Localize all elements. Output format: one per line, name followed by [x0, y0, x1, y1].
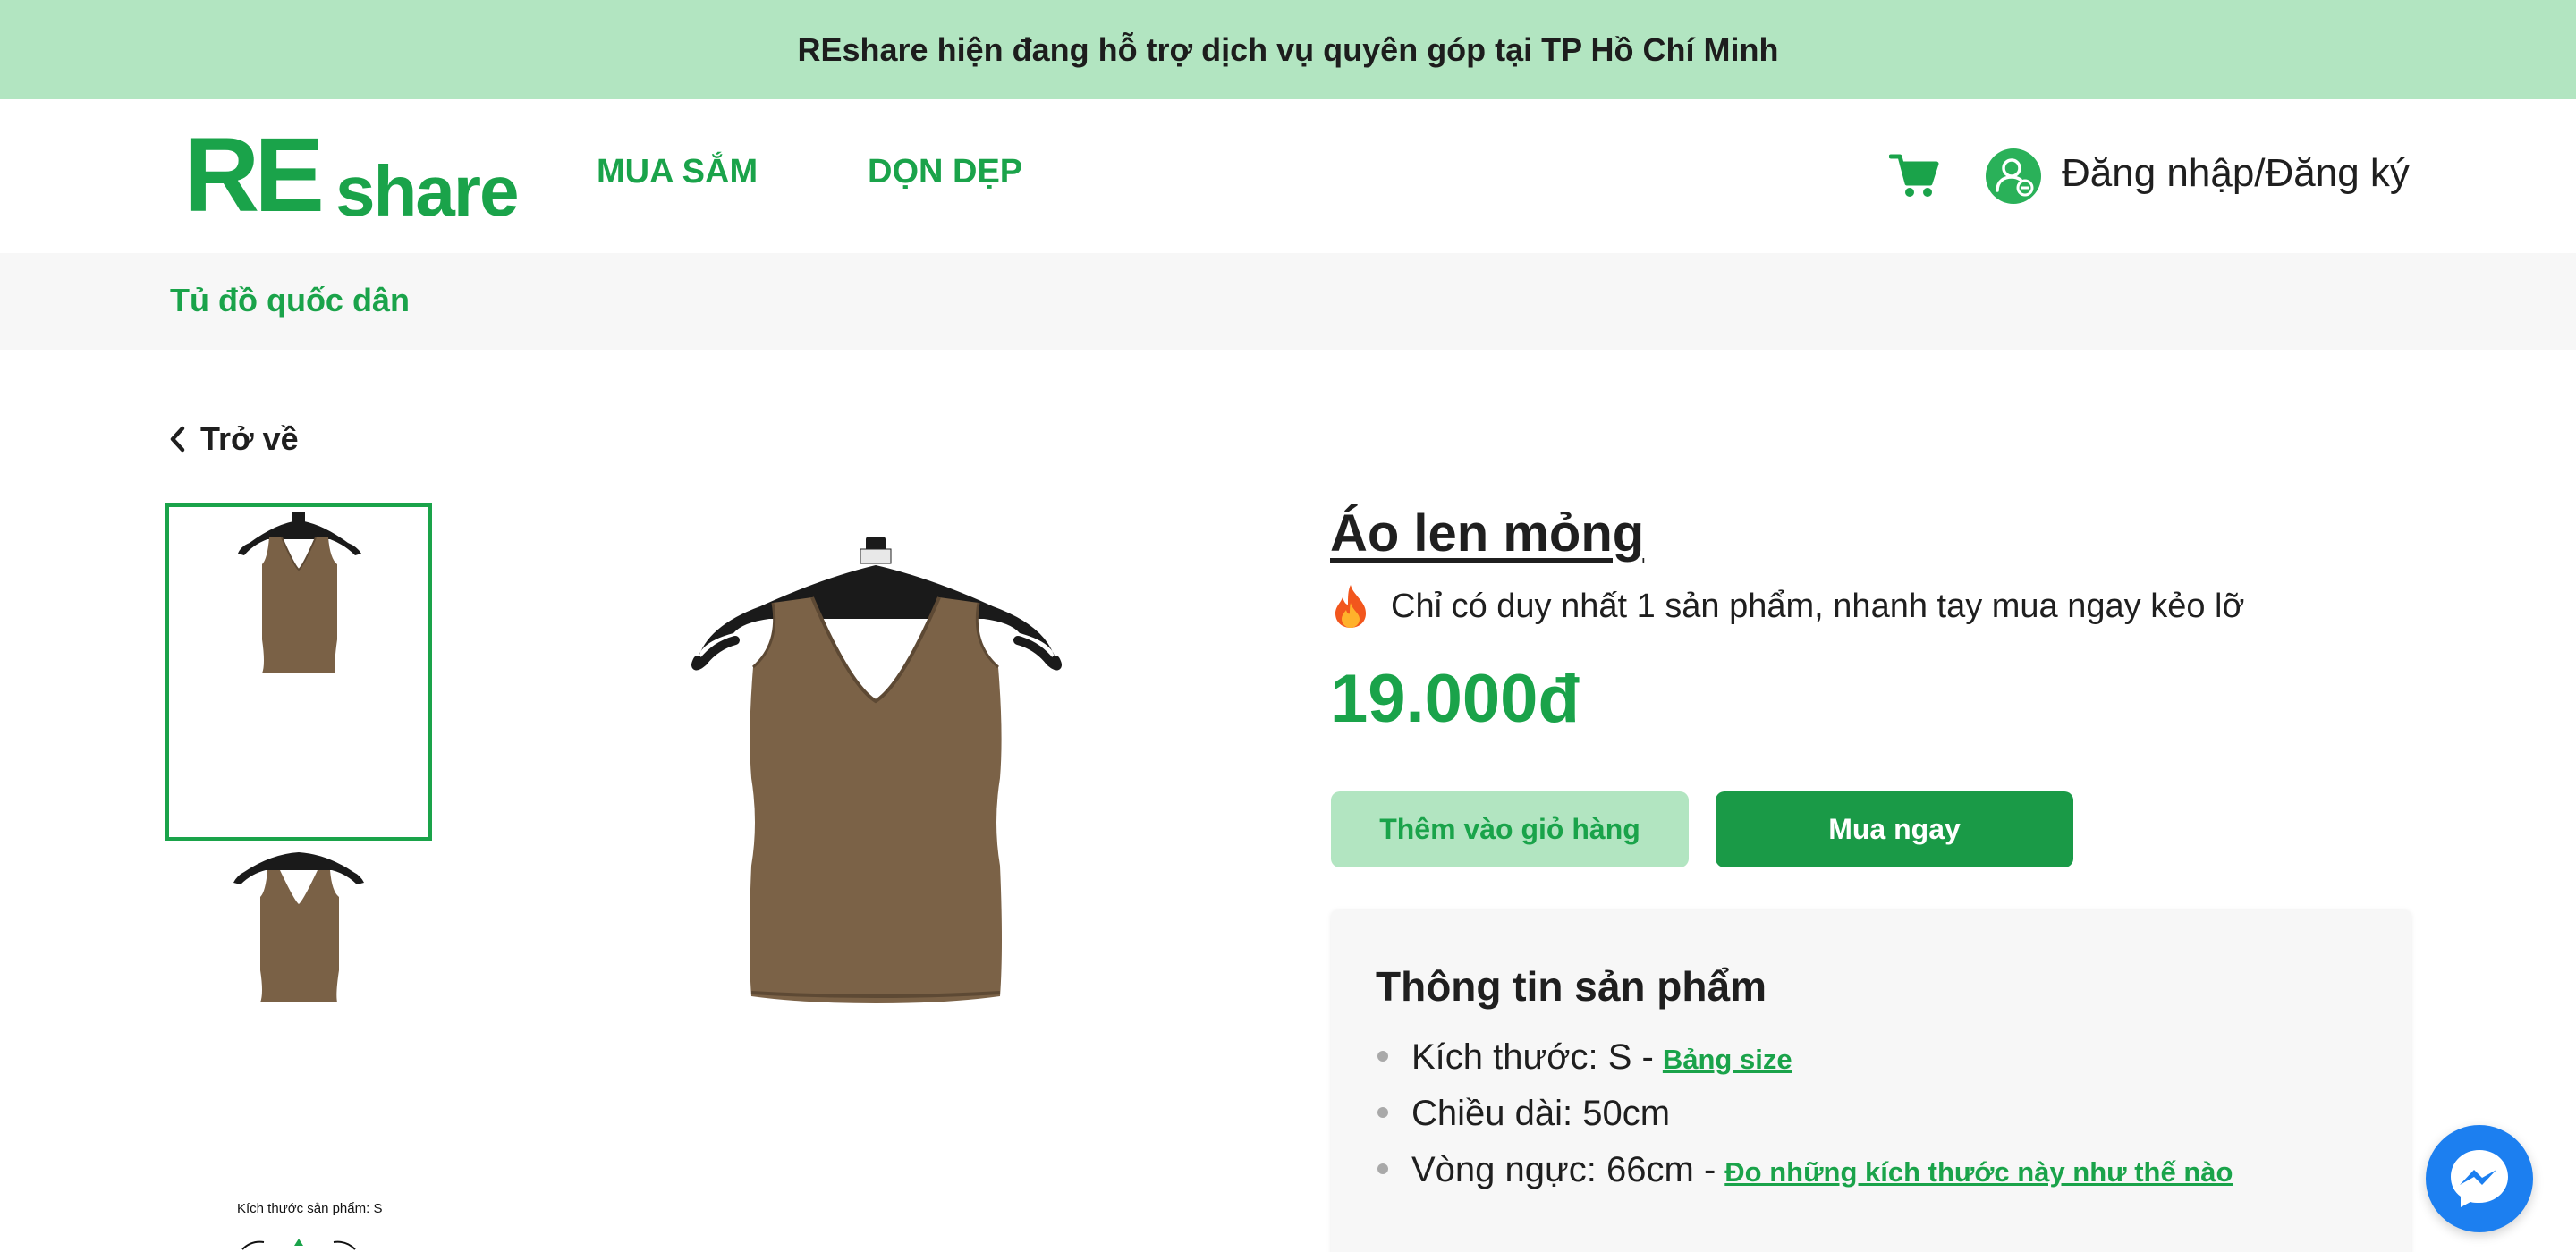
info-item-size: Kích thước: S - Bảng size [1377, 1037, 2233, 1094]
info-item-length: Chiều dài: 50cm [1377, 1094, 2233, 1150]
how-to-measure-link[interactable]: Đo những kích thước này như thế nào [1724, 1156, 2233, 1189]
back-label: Trở về [200, 420, 299, 457]
login-register-link[interactable]: Đăng nhập/Đăng ký [2062, 151, 2410, 196]
chevron-left-icon [170, 426, 185, 453]
size-chart-link[interactable]: Bảng size [1663, 1044, 1792, 1076]
logo-re-text: RE [183, 116, 325, 234]
fire-icon [1335, 585, 1366, 628]
cart-icon[interactable] [1888, 153, 1939, 199]
back-button[interactable]: Trở về [168, 420, 299, 458]
tank-top-image [691, 537, 1062, 1003]
product-title: Áo len mỏng [1330, 504, 1645, 563]
site-header: RE share MUA SẮM DỌN DẸP Đăng nhập/Đăng … [0, 99, 2576, 253]
product-info-title: Thông tin sản phẩm [1376, 963, 1767, 1010]
category-title[interactable]: Tủ đồ quốc dân [170, 282, 410, 319]
messenger-chat-button[interactable] [2426, 1125, 2533, 1232]
product-info-card: Thông tin sản phẩm Kích thước: S - Bảng … [1331, 910, 2411, 1252]
main-product-image[interactable] [680, 528, 1082, 1011]
gallery-thumb-3[interactable]: Kích thước sản phẩm: S [165, 1194, 432, 1252]
user-icon[interactable] [1986, 148, 2041, 204]
category-bar: Tủ đồ quốc dân [0, 253, 2576, 350]
messenger-icon [2451, 1150, 2508, 1207]
nav-shop[interactable]: MUA SẮM [597, 153, 758, 191]
announcement-text: REshare hiện đang hỗ trợ dịch vụ quyên g… [797, 30, 1779, 68]
size-chart-thumbnail [242, 1239, 356, 1250]
info-item-text: Kích thước: S - [1411, 1037, 1654, 1077]
bullet-dot [1377, 1163, 1388, 1174]
nav-clean-up[interactable]: DỌN DẸP [868, 153, 1022, 191]
reshare-logo[interactable]: RE share [183, 123, 532, 231]
product-price: 19.000đ [1330, 661, 1580, 737]
bullet-dot [1377, 1107, 1388, 1118]
tank-top-thumbnail [238, 512, 361, 673]
info-item-chest: Vòng ngực: 66cm - Đo những kích thước nà… [1377, 1150, 2233, 1206]
announcement-bar: REshare hiện đang hỗ trợ dịch vụ quyên g… [0, 0, 2576, 99]
add-to-cart-button[interactable]: Thêm vào giỏ hàng [1331, 791, 1689, 867]
tank-top-thumbnail [233, 852, 364, 1002]
info-item-text: Chiều dài: 50cm [1411, 1094, 1671, 1133]
bullet-dot [1377, 1051, 1388, 1062]
logo-share-text: share [335, 151, 519, 231]
buy-now-button[interactable]: Mua ngay [1716, 791, 2073, 867]
gallery-thumb-2[interactable] [165, 845, 432, 1015]
info-item-text: Vòng ngực: 66cm - [1411, 1150, 1716, 1189]
product-info-list: Kích thước: S - Bảng size Chiều dài: 50c… [1377, 1037, 2233, 1206]
stock-notice: Chỉ có duy nhất 1 sản phẩm, nhanh tay mu… [1330, 583, 2244, 630]
stock-text: Chỉ có duy nhất 1 sản phẩm, nhanh tay mu… [1391, 587, 2245, 625]
gallery-thumb-1[interactable] [165, 503, 432, 841]
